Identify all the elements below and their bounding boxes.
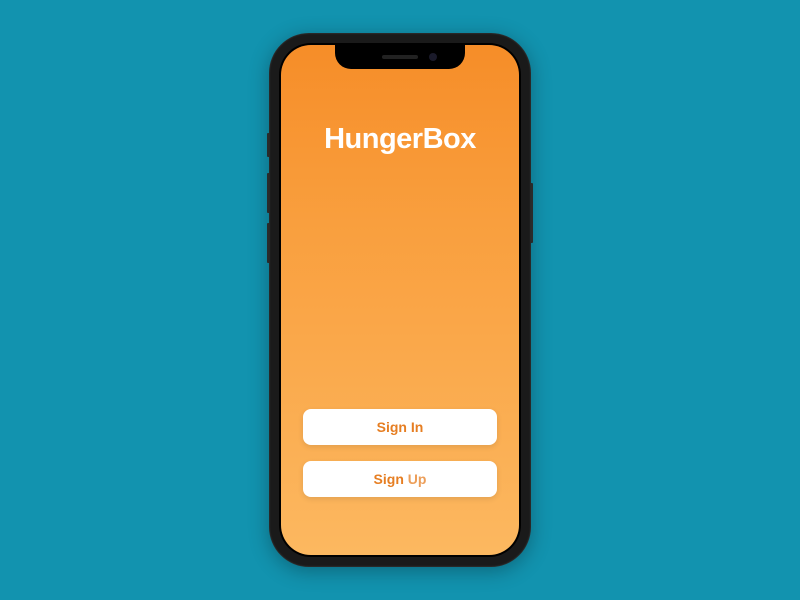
front-camera (429, 53, 437, 61)
signin-button-label: Sign In (377, 419, 424, 435)
phone-bezel: HungerBox Sign In Sign Up (279, 43, 521, 557)
signup-button[interactable]: Sign Up (303, 461, 497, 497)
signin-button[interactable]: Sign In (303, 409, 497, 445)
app-logo-text: HungerBox (324, 123, 476, 156)
silence-switch (267, 133, 269, 157)
volume-up-button (267, 173, 269, 213)
auth-buttons-container: Sign In Sign Up (281, 409, 519, 497)
power-button (531, 183, 533, 243)
speaker-grille (382, 55, 418, 59)
signup-button-label: Sign Up (374, 471, 427, 487)
phone-device-frame: HungerBox Sign In Sign Up (269, 33, 531, 567)
phone-notch (335, 45, 465, 69)
volume-down-button (267, 223, 269, 263)
app-screen: HungerBox Sign In Sign Up (281, 45, 519, 555)
